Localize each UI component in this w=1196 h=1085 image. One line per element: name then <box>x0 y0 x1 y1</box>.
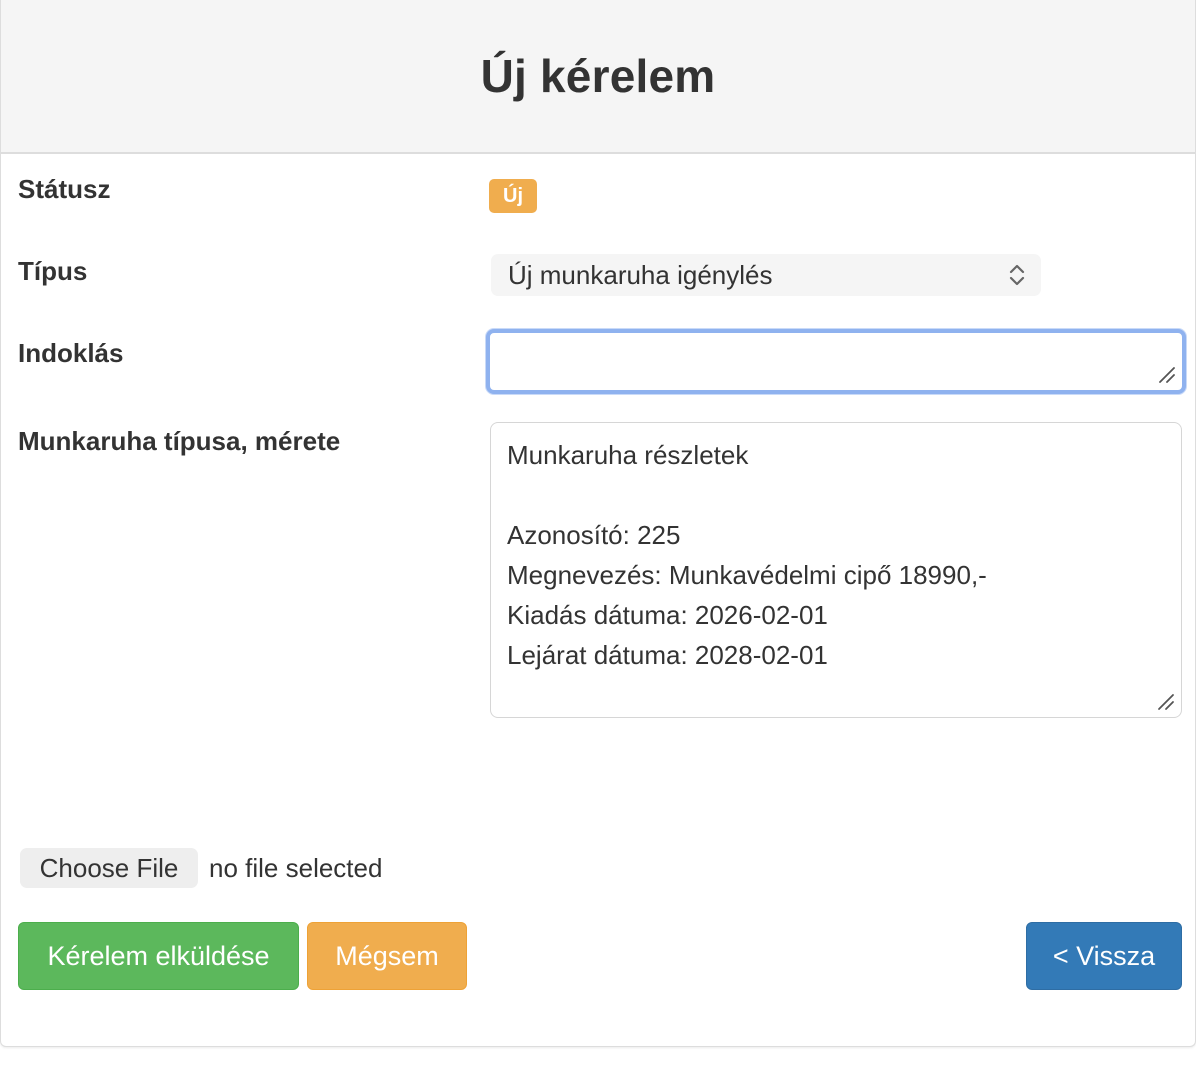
workwear-line <box>507 475 1165 515</box>
type-select-value: Új munkaruha igénylés <box>508 259 773 290</box>
type-label: Típus <box>18 256 88 286</box>
type-select[interactable]: Új munkaruha igénylés <box>491 254 1041 296</box>
workwear-line: Azonosító: 225 <box>507 520 681 550</box>
page-title: Új kérelem <box>480 50 716 102</box>
file-status-text: no file selected <box>209 853 383 883</box>
back-button[interactable]: < Vissza <box>1026 922 1182 990</box>
workwear-line: Lejárat dátuma: 2028-02-01 <box>507 640 828 670</box>
submit-request-button[interactable]: Kérelem elküldése <box>18 922 299 990</box>
resize-grip-icon[interactable] <box>1155 691 1175 711</box>
justification-textarea[interactable] <box>486 329 1186 394</box>
panel-heading: Új kérelem <box>1 0 1195 154</box>
status-badge: Új <box>489 179 537 213</box>
workwear-line: Megnevezés: Munkavédelmi cipő 18990,- <box>507 560 987 590</box>
cancel-button[interactable]: Mégsem <box>307 922 467 990</box>
select-arrows-icon <box>1009 264 1025 286</box>
workwear-label: Munkaruha típusa, mérete <box>18 426 341 456</box>
choose-file-button[interactable]: Choose File <box>20 848 198 888</box>
justification-label: Indoklás <box>18 338 124 368</box>
status-label: Státusz <box>18 174 111 204</box>
workwear-textarea[interactable]: Munkaruha részletek Azonosító: 225 Megne… <box>490 422 1182 718</box>
request-panel: Új kérelem Státusz Új Típus Új munkaruha… <box>0 0 1196 1047</box>
resize-grip-icon[interactable] <box>1156 364 1176 384</box>
workwear-line: Munkaruha részletek <box>507 440 749 470</box>
workwear-line: Kiadás dátuma: 2026-02-01 <box>507 600 828 630</box>
